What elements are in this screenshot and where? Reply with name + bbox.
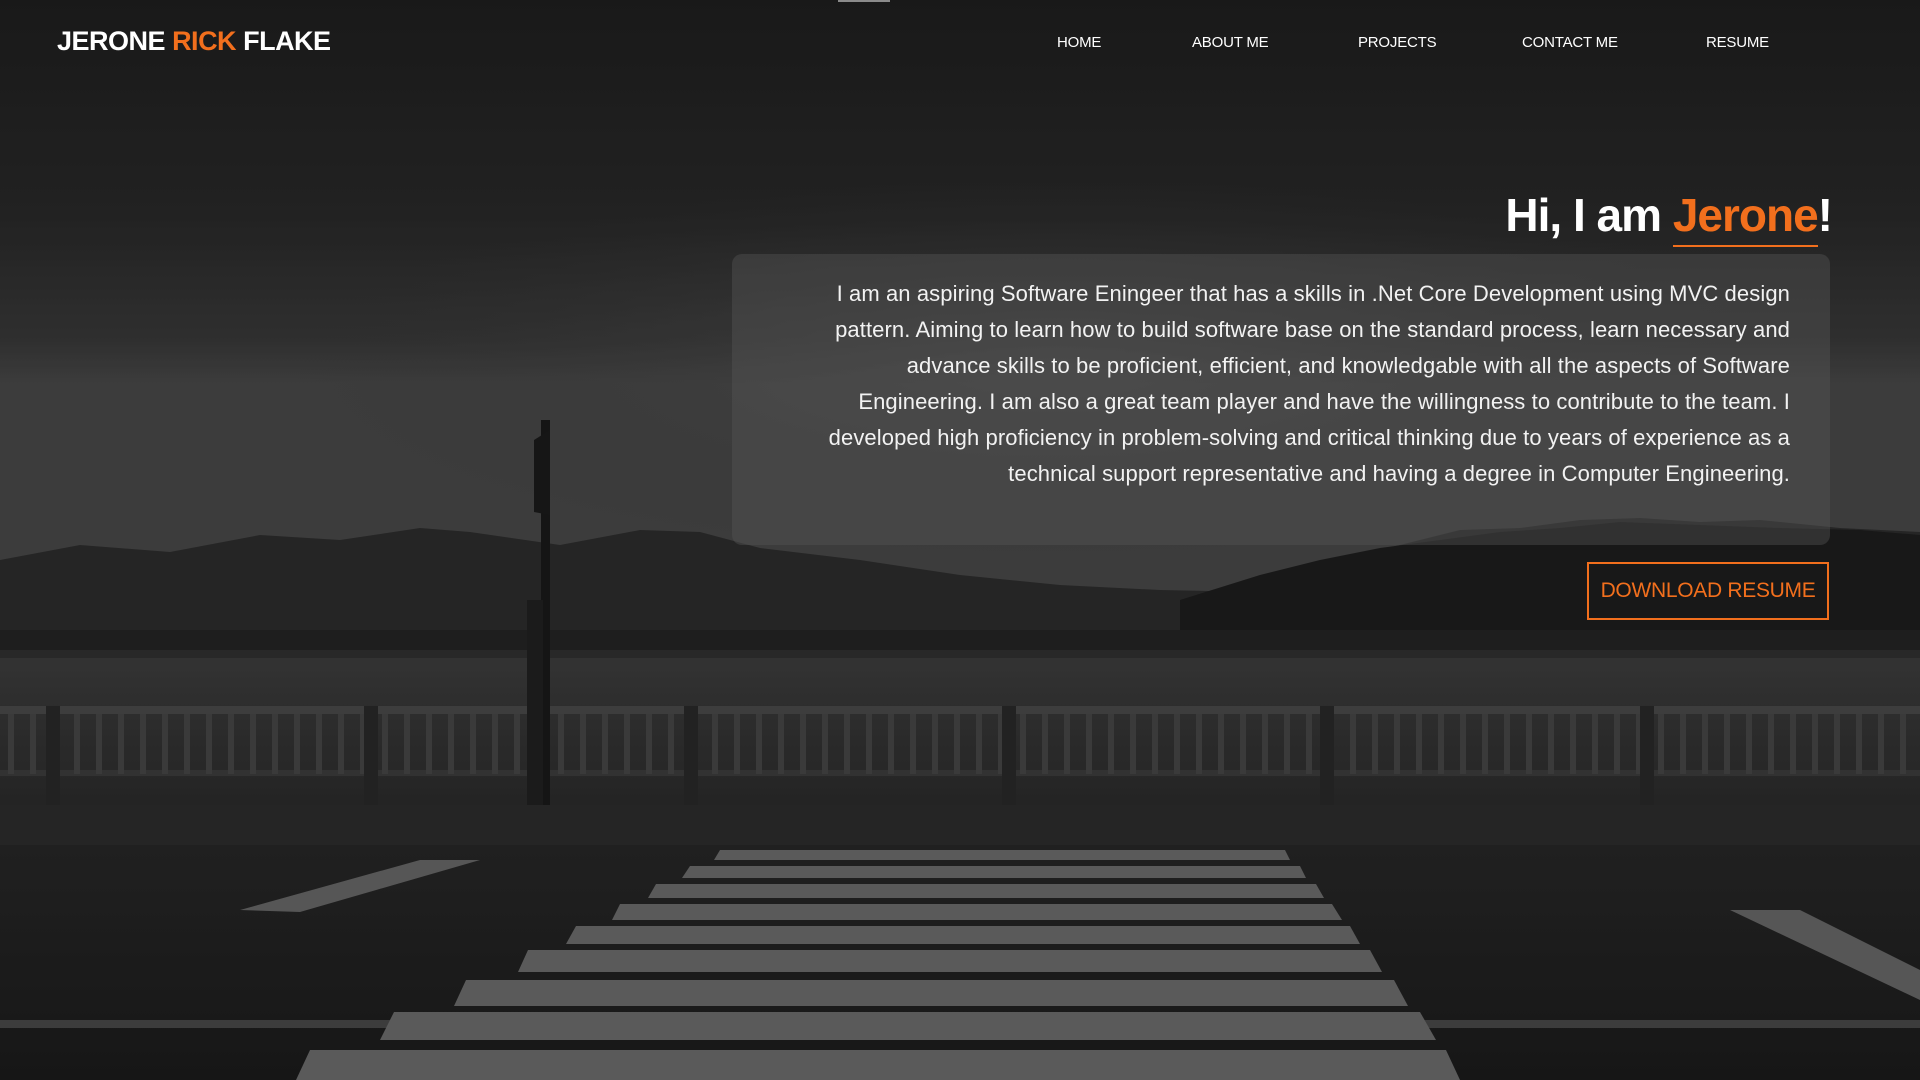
greeting-prefix: Hi, I am — [1505, 189, 1662, 241]
nav-home[interactable]: HOME — [1057, 34, 1101, 51]
hero-greeting: Hi, I am Jerone! — [1505, 188, 1833, 247]
about-card: I am an aspiring Software Eningeer that … — [732, 254, 1830, 545]
about-description: I am an aspiring Software Eningeer that … — [828, 281, 1790, 486]
nav-contact-me[interactable]: CONTACT ME — [1522, 34, 1618, 51]
site-header: JERONE RICK FLAKE HOME ABOUT ME PROJECTS… — [0, 0, 1920, 86]
main-nav: HOME ABOUT ME PROJECTS CONTACT ME RESUME — [0, 34, 1920, 54]
nav-about-me[interactable]: ABOUT ME — [1192, 34, 1269, 51]
nav-resume[interactable]: RESUME — [1706, 34, 1769, 51]
greeting-name: Jerone — [1672, 189, 1819, 247]
download-resume-button[interactable]: DOWNLOAD RESUME — [1587, 562, 1829, 620]
nav-projects[interactable]: PROJECTS — [1358, 34, 1437, 51]
greeting-suffix: ! — [1817, 189, 1833, 241]
scroll-indicator — [838, 0, 890, 2]
portfolio-page: JERONE RICK FLAKE HOME ABOUT ME PROJECTS… — [0, 0, 1920, 1080]
